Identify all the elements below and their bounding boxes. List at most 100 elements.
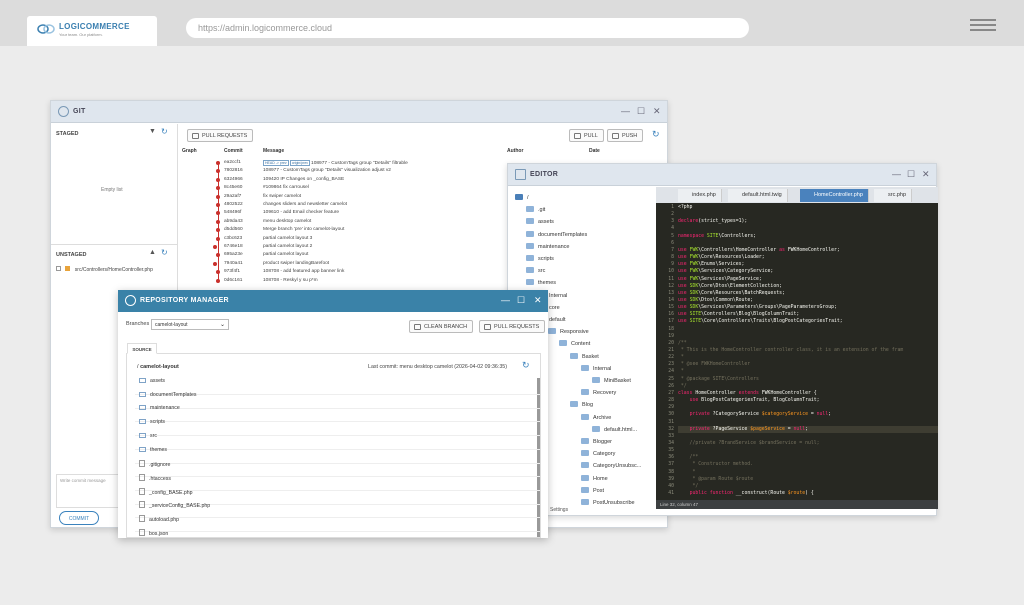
pull-button[interactable]: PULL [569, 129, 604, 142]
settings-link[interactable]: Settings [550, 507, 568, 513]
logo-icon [37, 24, 55, 34]
commit-node [216, 236, 220, 241]
folder-item[interactable]: themes [139, 446, 167, 453]
repository-manager-window: REPOSITORY MANAGER — ☐ ✕ Branches camelo… [118, 290, 548, 538]
minimize-icon[interactable]: — [892, 169, 901, 180]
code-line: use SDK\Core\Resources\BatchRequests; [678, 290, 785, 296]
code-line: */ [678, 483, 699, 489]
folder-item[interactable]: assets [139, 378, 165, 384]
tree-item[interactable]: Home [581, 474, 608, 482]
line-number: 29 [668, 405, 674, 411]
commit-button[interactable]: COMMIT [59, 511, 99, 525]
close-icon[interactable]: ✕ [653, 106, 661, 117]
tab-src-php[interactable]: src.php [874, 189, 913, 202]
file-item[interactable]: _config_BASE.php [139, 487, 193, 496]
code-editor[interactable]: 1 <?php 2 3 declare(strict_types=1); 4 5 namesp… [656, 187, 938, 509]
folder-icon [526, 279, 534, 286]
folder-icon [559, 340, 567, 347]
folder-icon [570, 352, 578, 359]
maximize-icon[interactable]: ☐ [637, 106, 645, 117]
commit-hash: c3bc623 [224, 235, 243, 241]
tree-item[interactable]: maintenance [526, 242, 570, 250]
file-item[interactable]: bos.json [139, 528, 168, 537]
code-line: declare(strict_types=1); [678, 219, 748, 225]
folder-icon [139, 446, 146, 452]
tree-item[interactable]: Category [581, 450, 615, 457]
tab-homecontroller[interactable]: HomeController.php [800, 189, 869, 202]
tree-item[interactable]: src [526, 267, 545, 274]
expand-icon[interactable]: ▲ [149, 249, 156, 256]
tab-source[interactable]: SOURCE [127, 343, 157, 354]
collapse-icon[interactable]: ▼ [149, 128, 156, 135]
file-row-divider [135, 468, 540, 478]
line-number: 16 [668, 312, 674, 318]
maximize-icon[interactable]: ☐ [517, 295, 525, 306]
file-item[interactable]: autoload.php [139, 515, 179, 523]
line-number: 14 [668, 297, 674, 303]
column-header: Author [507, 148, 524, 154]
refresh-icon[interactable]: ↻ [161, 127, 168, 136]
folder-item[interactable]: maintenance [139, 405, 180, 411]
close-icon[interactable]: ✕ [534, 295, 542, 306]
branch-select[interactable]: camelot-layout ⌄ [151, 319, 229, 330]
line-number: 11 [668, 276, 674, 282]
maximize-icon[interactable]: ☐ [907, 169, 915, 180]
refresh-icon[interactable]: ↻ [161, 248, 168, 257]
tree-item[interactable]: Internal [581, 364, 611, 372]
line-number: 10 [668, 269, 674, 275]
tree-item[interactable]: Responsive [548, 328, 589, 335]
tree-item[interactable]: Blogger [581, 438, 612, 445]
tree-item[interactable]: assets [526, 218, 554, 225]
tree-item[interactable]: themes [526, 279, 556, 286]
clean-branch-button[interactable]: CLEAN BRANCH [409, 320, 474, 333]
tree-item[interactable]: Content [559, 340, 590, 347]
tab-index-php[interactable]: index.php [678, 189, 722, 202]
tree-item[interactable]: / [515, 194, 529, 201]
file-item[interactable]: .gitignore [139, 460, 170, 468]
folder-item[interactable]: src [139, 432, 157, 439]
address-bar[interactable]: https://admin.logicommerce.cloud [186, 18, 749, 38]
close-icon[interactable]: ✕ [922, 169, 930, 180]
tree-item[interactable]: documentTemplates [526, 230, 587, 238]
minimize-icon[interactable]: — [621, 106, 630, 117]
push-button[interactable]: PUSH [607, 129, 644, 142]
pull-requests-button[interactable]: PULL REQUESTS [479, 320, 546, 333]
commit-node [216, 203, 220, 207]
commit-node [216, 270, 220, 275]
refresh-icon[interactable]: ↻ [652, 129, 660, 140]
tree-item[interactable]: Archive [581, 413, 611, 421]
folder-item[interactable]: documentTemplates [139, 391, 196, 398]
unstaged-file[interactable]: src/Controllers/HomeController.php [56, 266, 153, 273]
tree-item[interactable]: default.html... [592, 425, 637, 433]
file-item[interactable]: .htaccess [139, 473, 171, 482]
tab-default-twig[interactable]: default.html.twig [728, 189, 788, 202]
line-number: 36 [668, 455, 674, 461]
file-item[interactable]: _serviceConfig_BASE.php [139, 501, 210, 509]
code-line: use FWK\Services\PageService; [678, 276, 762, 282]
line-number: 21 [668, 348, 674, 353]
file-row-divider [135, 427, 540, 437]
refresh-icon[interactable]: ↻ [522, 360, 530, 371]
tree-item[interactable]: Basket [570, 352, 599, 360]
folder-item[interactable]: scripts [139, 419, 165, 425]
pull-requests-button[interactable]: PULL REQUESTS [187, 129, 254, 142]
tree-item[interactable]: Recovery [581, 389, 616, 396]
tree-item[interactable]: Blog [570, 401, 593, 408]
commit-message: #109864 fix carrousel [263, 185, 309, 191]
commit-message: partial camelot layout 2 [263, 244, 313, 249]
tree-item[interactable]: MiniBasket [592, 377, 631, 384]
minimize-icon[interactable]: — [501, 295, 510, 306]
commit-message: 108977 - CustomTags group "Details" visu… [263, 168, 391, 174]
hamburger-menu-icon[interactable] [970, 19, 996, 33]
tree-item[interactable]: PostUnsubscribe [581, 499, 635, 506]
line-number: 32 [668, 426, 674, 432]
folder-icon [581, 413, 589, 420]
tree-item[interactable]: .git [526, 206, 545, 213]
commit-hash: 0d6c161 [224, 277, 243, 283]
tree-item[interactable]: Post [581, 486, 604, 494]
logo[interactable]: LOGICOMMERCE Your team. Our platform. [27, 16, 157, 46]
tree-item[interactable]: scripts [526, 255, 554, 262]
checkbox[interactable] [56, 266, 61, 271]
tree-item[interactable]: CategoryUnsubsc... [581, 462, 641, 469]
commit-node [216, 169, 220, 174]
